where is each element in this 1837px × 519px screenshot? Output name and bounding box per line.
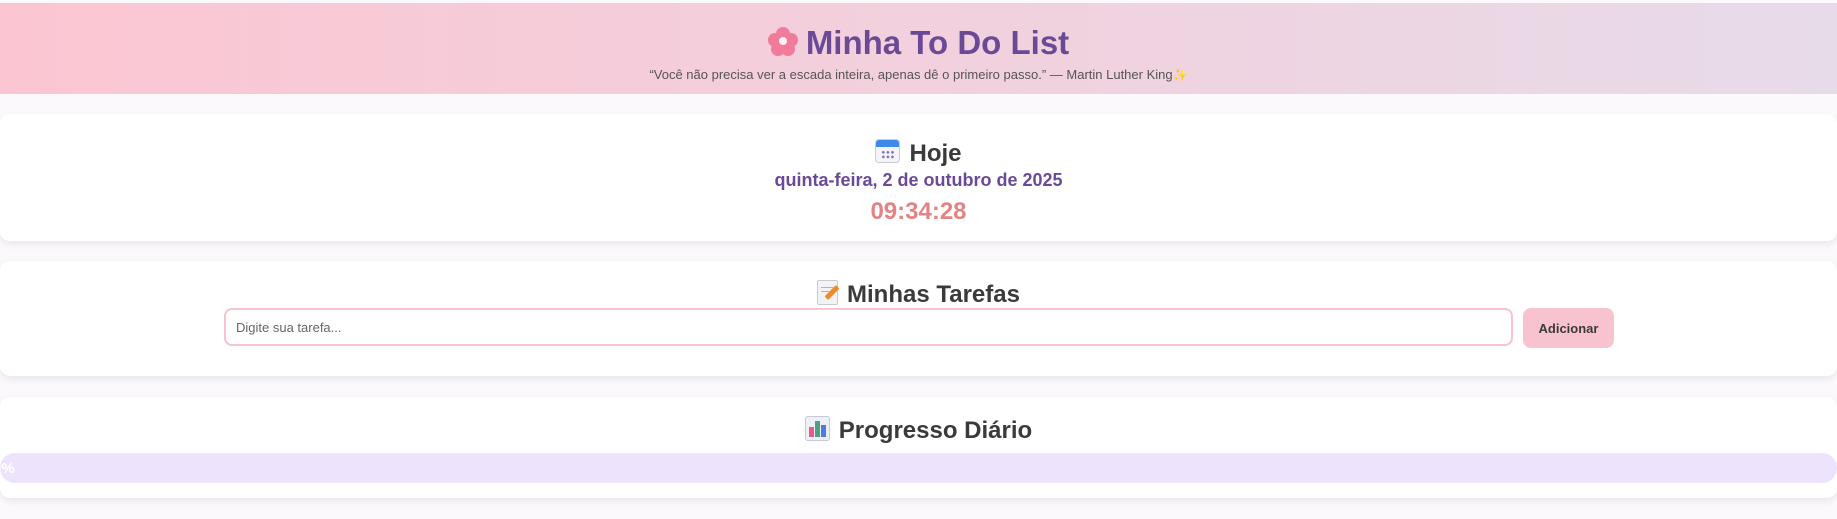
app-header: Minha To Do List “Você não precisa ver a… bbox=[0, 3, 1837, 94]
task-input[interactable] bbox=[224, 308, 1513, 346]
memo-icon bbox=[817, 280, 840, 305]
today-heading-text: Hoje bbox=[909, 140, 962, 167]
motivational-quote: “Você não precisa ver a escada inteira, … bbox=[0, 67, 1837, 82]
tasks-card: Minhas Tarefas Adicionar bbox=[0, 261, 1837, 376]
today-card: Hoje quinta-feira, 2 de outubro de 2025 … bbox=[0, 114, 1837, 241]
progress-percent-label: 0% bbox=[0, 460, 15, 477]
today-heading: Hoje bbox=[0, 114, 1837, 168]
progress-card: Progresso Diário 0% bbox=[0, 397, 1837, 498]
progress-heading: Progresso Diário bbox=[0, 397, 1837, 445]
tasks-heading-text: Minhas Tarefas bbox=[847, 281, 1020, 308]
cherry-blossom-icon bbox=[767, 27, 798, 57]
page-title-text: Minha To Do List bbox=[805, 24, 1070, 61]
progress-bar: 0% bbox=[0, 453, 1837, 483]
add-task-form: Adicionar bbox=[224, 308, 1614, 348]
progress-heading-text: Progresso Diário bbox=[838, 417, 1033, 444]
current-time: 09:34:28 bbox=[870, 198, 967, 225]
bar-chart-icon bbox=[804, 416, 830, 441]
quote-text: “Você não precisa ver a escada inteira, … bbox=[649, 67, 1173, 82]
sparkles-icon: ✨ bbox=[1172, 68, 1188, 82]
calendar-icon bbox=[875, 139, 901, 163]
add-task-button[interactable]: Adicionar bbox=[1523, 308, 1614, 348]
current-date: quinta-feira, 2 de outubro de 2025 bbox=[774, 170, 1063, 190]
tasks-heading: Minhas Tarefas bbox=[0, 261, 1837, 309]
page-title: Minha To Do List bbox=[0, 3, 1837, 63]
